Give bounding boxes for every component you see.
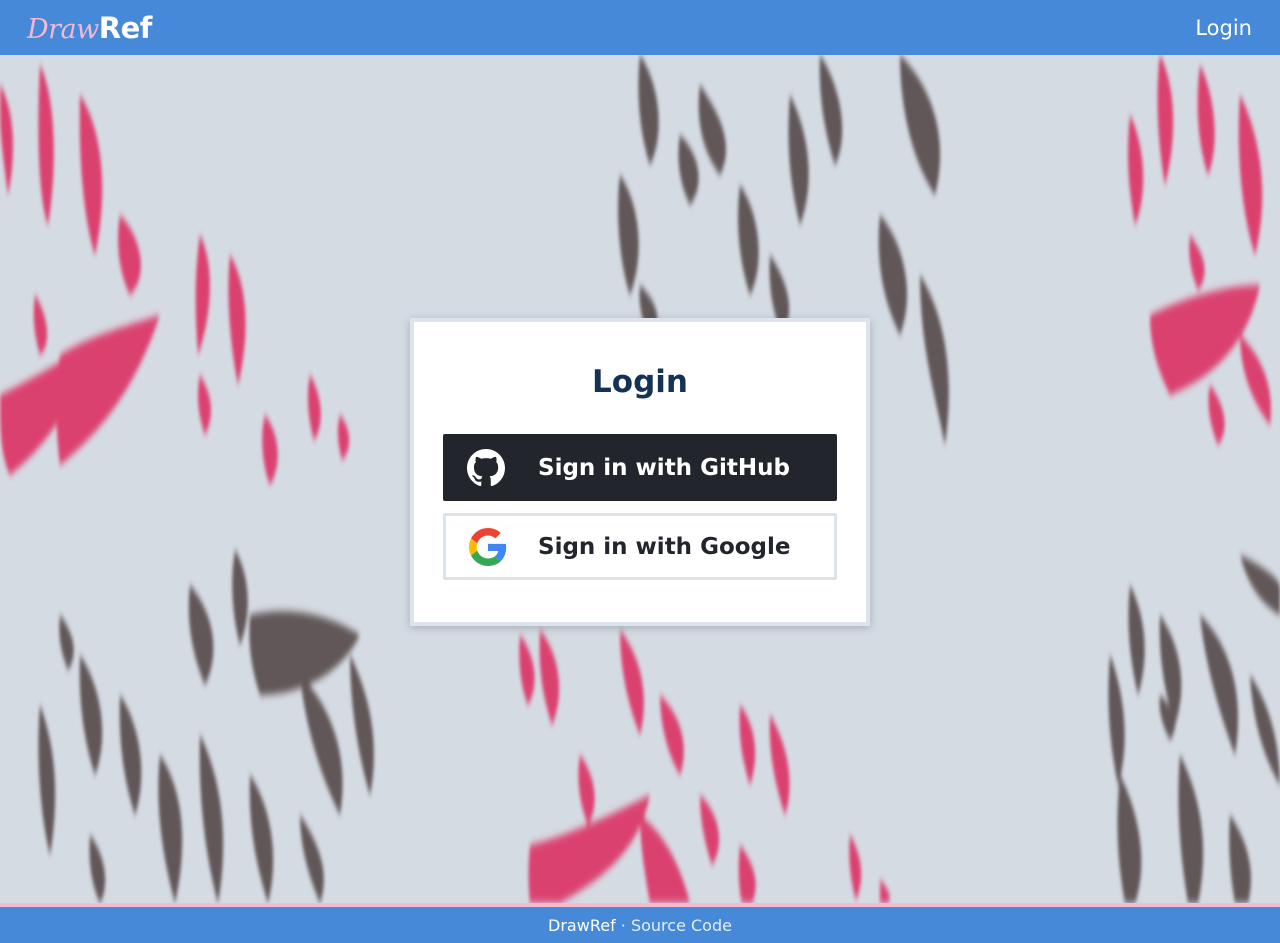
brand-logo[interactable]: Draw Ref [27, 11, 152, 45]
brand-logo-ref: Ref [98, 10, 153, 45]
footer-separator: · [615, 915, 631, 935]
github-icon [467, 448, 505, 486]
github-signin-button[interactable]: Sign in with GitHub [443, 434, 837, 501]
google-icon [469, 527, 507, 566]
github-signin-label: Sign in with GitHub [538, 454, 790, 481]
page-footer: DrawRef · Source Code [0, 903, 1280, 943]
login-card: Login Sign in with GitHub Sign in with G… [410, 318, 870, 626]
brand-logo-draw: Draw [27, 13, 99, 45]
nav-login-link[interactable]: Login [1195, 16, 1252, 40]
google-signin-button[interactable]: Sign in with Google [443, 513, 837, 580]
footer-brand-link[interactable]: DrawRef [548, 916, 616, 935]
google-signin-label: Sign in with Google [538, 533, 791, 560]
login-title: Login [592, 364, 688, 400]
top-navbar: Draw Ref Login [0, 0, 1280, 55]
footer-source-code-link[interactable]: Source Code [631, 916, 732, 935]
